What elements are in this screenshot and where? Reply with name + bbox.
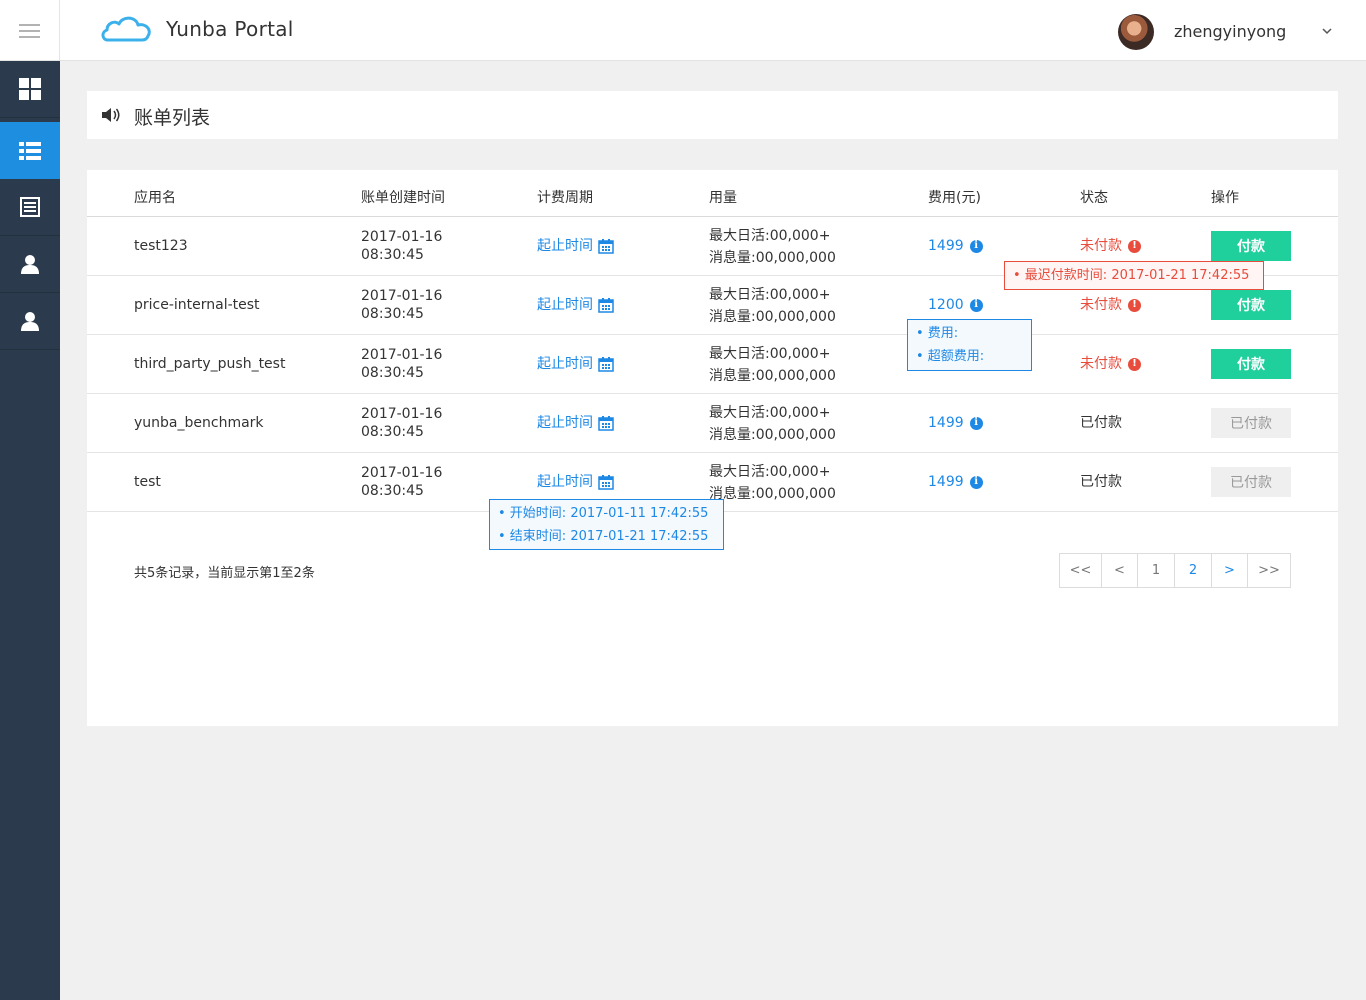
calendar-icon [598,415,614,431]
usage: 最大日活:00,000+ 消息量:00,000,000 [709,228,836,266]
app-name: test [134,474,161,490]
billing-period-link[interactable]: 起止时间 [537,414,614,432]
pay-button[interactable]: 付款 [1211,290,1291,320]
username[interactable]: zhengyinyong [1174,22,1286,41]
pagination-page-2[interactable]: 2 [1175,554,1212,587]
speaker-icon [102,108,120,122]
app-name: third_party_push_test [134,356,286,372]
record-summary: 共5条记录，当前显示第1至2条 [134,566,315,581]
cloud-logo-icon [101,16,151,42]
calendar-icon [598,238,614,254]
column-header-action: 操作 [1211,190,1239,206]
info-icon[interactable]: i [969,475,983,489]
usage: 最大日活:00,000+ 消息量:00,000,000 [709,287,836,325]
top-bar: Yunba Portal zhengyinyong [0,0,1366,61]
warning-icon[interactable]: ! [1128,239,1141,253]
column-header-status: 状态 [1080,190,1108,206]
menu-toggle-button[interactable] [0,0,60,61]
table-icon [20,197,40,217]
app-name: test123 [134,238,188,254]
status-badge: 已付款 [1080,474,1122,490]
status-badge: 未付款! [1080,296,1141,314]
calendar-icon [598,297,614,313]
warning-icon[interactable]: ! [1128,357,1141,371]
created-time: 2017-01-16 08:30:45 [361,347,443,381]
table-row: yunba_benchmark 2017-01-16 08:30:45 起止时间 … [87,394,1338,453]
user-icon [21,255,39,274]
sidebar [0,61,60,1000]
column-header-usage: 用量 [709,190,737,206]
paid-button[interactable]: 已付款 [1211,408,1291,438]
status-badge: 已付款 [1080,415,1122,431]
usage: 最大日活:00,000+ 消息量:00,000,000 [709,464,836,502]
page-header: 账单列表 [87,91,1338,139]
billing-period-tooltip: • 开始时间: 2017-01-11 17:42:55 • 结束时间: 2017… [489,499,724,550]
sidebar-item-dashboard[interactable] [0,61,60,118]
fee-amount[interactable]: 1499 i [928,473,983,491]
list-icon [19,141,41,160]
sidebar-item-account[interactable] [0,293,60,350]
paid-button[interactable]: 已付款 [1211,467,1291,497]
app-name: price-internal-test [134,297,260,313]
page-title: 账单列表 [134,107,211,129]
column-header-fee: 费用(元) [928,190,981,206]
column-header-created: 账单创建时间 [361,190,445,206]
fee-amount[interactable]: 1200 i [928,296,983,314]
hamburger-icon [19,23,40,26]
pagination-page-1[interactable]: 1 [1138,554,1175,587]
created-time: 2017-01-16 08:30:45 [361,465,443,499]
table-row: third_party_push_test 2017-01-16 08:30:45… [87,335,1338,394]
fee-detail-tooltip: • 费用: • 超额费用: [907,319,1032,371]
bill-table-panel: 应用名 账单创建时间 计费周期 用量 费用(元) 状态 操作 test123 2… [87,170,1338,726]
payment-deadline-tooltip: • 最迟付款时间: 2017-01-21 17:42:55 [1004,261,1264,290]
sidebar-item-bills[interactable] [0,122,60,179]
column-header-period: 计费周期 [537,190,593,206]
calendar-icon [598,356,614,372]
pagination-last[interactable]: >> [1248,554,1290,587]
created-time: 2017-01-16 08:30:45 [361,229,443,263]
status-badge: 未付款! [1080,355,1141,373]
chevron-down-icon[interactable] [1320,24,1334,38]
info-icon[interactable]: i [969,298,983,312]
calendar-icon [598,474,614,490]
pagination: << < 1 2 > >> [1059,553,1291,588]
column-header-app: 应用名 [134,190,176,206]
pagination-next[interactable]: > [1212,554,1248,587]
app-name: yunba_benchmark [134,415,264,431]
dashboard-icon [19,78,41,100]
billing-period-link[interactable]: 起止时间 [537,237,614,255]
info-icon[interactable]: i [969,416,983,430]
fee-amount[interactable]: 1499 i [928,237,983,255]
created-time: 2017-01-16 08:30:45 [361,406,443,440]
billing-period-link[interactable]: 起止时间 [537,296,614,314]
pay-button[interactable]: 付款 [1211,349,1291,379]
pagination-prev[interactable]: < [1102,554,1138,587]
created-time: 2017-01-16 08:30:45 [361,288,443,322]
sidebar-item-table[interactable] [0,179,60,236]
user-icon [21,312,39,331]
fee-amount[interactable]: 1499 i [928,414,983,432]
sidebar-item-user[interactable] [0,236,60,293]
usage: 最大日活:00,000+ 消息量:00,000,000 [709,346,836,384]
brand-name[interactable]: Yunba Portal [166,17,294,41]
warning-icon[interactable]: ! [1128,298,1141,312]
usage: 最大日活:00,000+ 消息量:00,000,000 [709,405,836,443]
status-badge: 未付款! [1080,237,1141,255]
billing-period-link[interactable]: 起止时间 [537,355,614,373]
user-avatar[interactable] [1118,14,1154,50]
pay-button[interactable]: 付款 [1211,231,1291,261]
billing-period-link[interactable]: 起止时间 [537,473,614,491]
pagination-first[interactable]: << [1060,554,1102,587]
info-icon[interactable]: i [969,239,983,253]
